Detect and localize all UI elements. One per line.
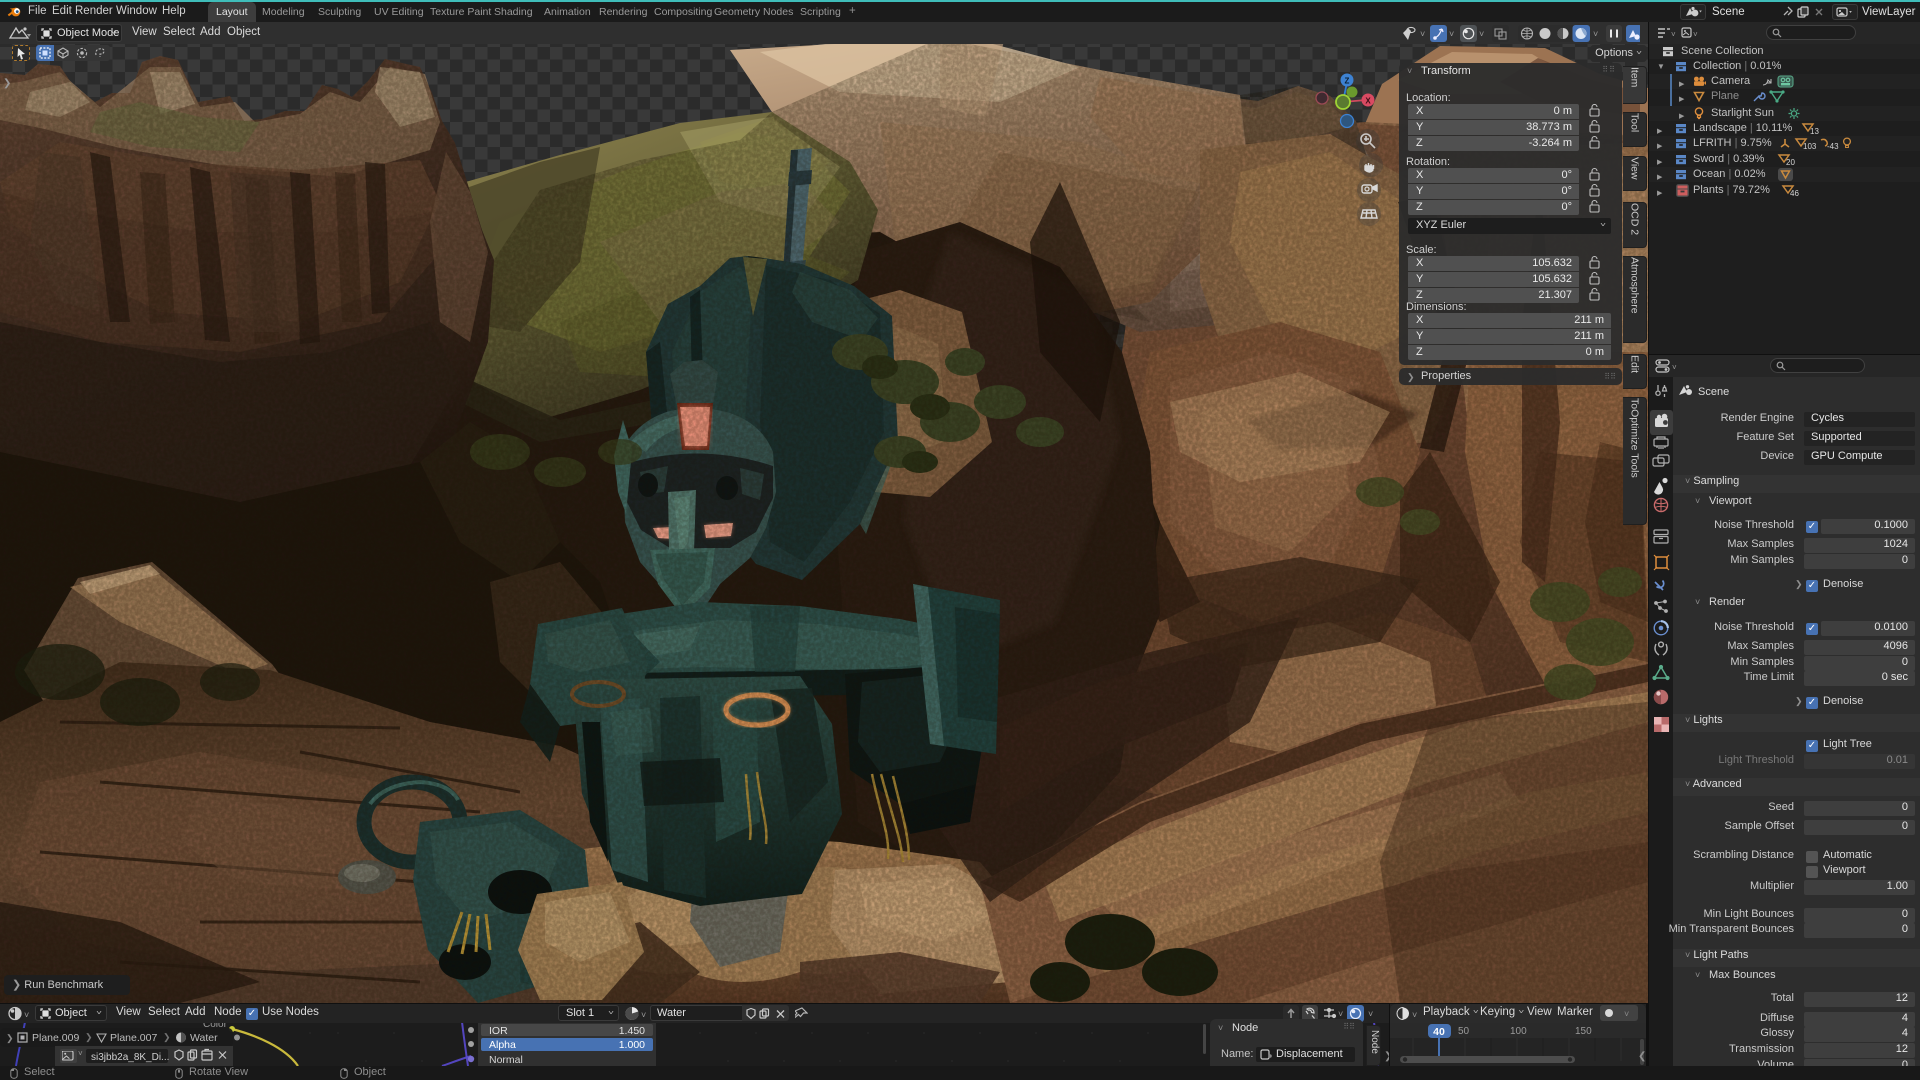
svg-text:1.000: 1.000	[619, 1039, 645, 1051]
svg-text:46: 46	[1790, 189, 1799, 197]
svg-text:Z: Z	[1345, 77, 1350, 86]
svg-text:40: 40	[1433, 1026, 1445, 1038]
svg-text:❮: ❮	[1638, 1051, 1646, 1062]
svg-text:˅: ˅	[1479, 29, 1484, 39]
svg-text:Alpha: Alpha	[489, 1039, 516, 1051]
svg-text:X: X	[1365, 97, 1371, 106]
svg-text:100: 100	[1510, 1026, 1527, 1037]
svg-text:˅: ˅	[1624, 1009, 1629, 1018]
svg-text:Water: Water	[190, 1032, 218, 1044]
svg-text:˅: ˅	[1671, 30, 1676, 39]
svg-text:❯: ❯	[163, 1032, 171, 1043]
svg-text:1.450: 1.450	[619, 1025, 645, 1037]
svg-text:❯: ❯	[1384, 1051, 1389, 1062]
svg-text:˅: ˅	[1338, 1009, 1343, 1019]
svg-text:Plane.009: Plane.009	[32, 1032, 79, 1044]
svg-text:˅: ˅	[1593, 29, 1598, 39]
svg-text:˅: ˅	[24, 1010, 29, 1020]
svg-text:˅: ˅	[1449, 29, 1454, 39]
svg-text:IOR: IOR	[489, 1025, 508, 1037]
svg-text:˅: ˅	[1368, 1009, 1373, 1019]
svg-text:13: 13	[1810, 127, 1819, 135]
svg-text:20: 20	[1786, 158, 1795, 166]
svg-text:˅: ˅	[641, 1010, 646, 1020]
svg-text:-43: -43	[1827, 142, 1839, 150]
svg-text:˅: ˅	[78, 1049, 83, 1058]
svg-text:50: 50	[1458, 1026, 1470, 1037]
svg-text:Normal: Normal	[489, 1054, 523, 1066]
svg-text:˅: ˅	[1693, 30, 1698, 39]
svg-text:❯: ❯	[6, 1033, 14, 1044]
svg-text:˅: ˅	[1672, 363, 1677, 372]
svg-text:si3jbb2a_8K_Di...: si3jbb2a_8K_Di...	[91, 1052, 169, 1063]
svg-text:❯: ❯	[85, 1032, 93, 1043]
svg-text:˅: ˅	[1412, 1010, 1417, 1020]
svg-text:150: 150	[1575, 1026, 1592, 1037]
svg-text:Plane.007: Plane.007	[110, 1032, 157, 1044]
svg-text:˅: ˅	[1420, 29, 1425, 39]
svg-text:103: 103	[1803, 142, 1817, 150]
